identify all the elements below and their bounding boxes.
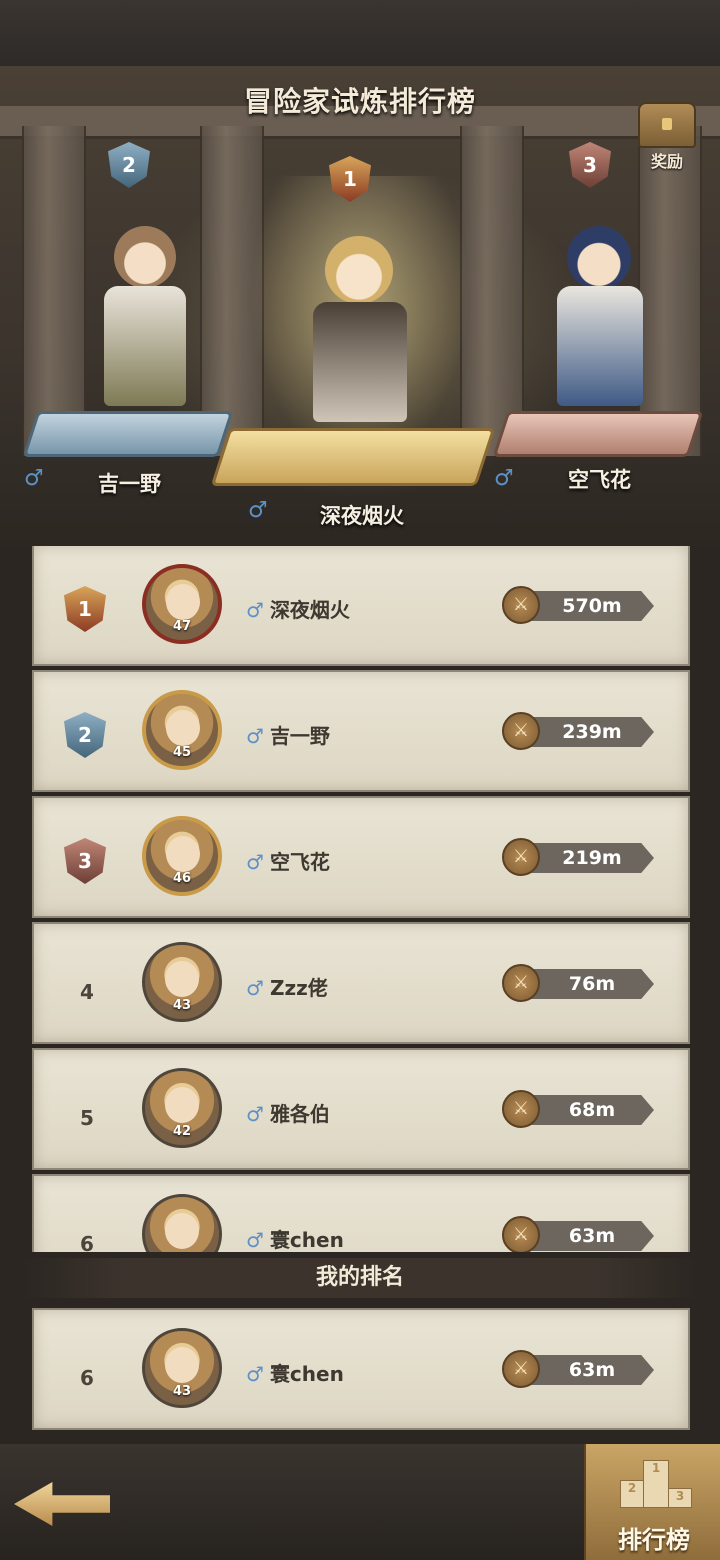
score: ⚔ 63m [502, 1216, 654, 1252]
score-value: 76m [568, 973, 616, 995]
player-name-text: Zzz佬 [269, 976, 328, 1000]
stage-pillar [22, 126, 86, 456]
avatar-level: 42 [172, 1124, 192, 1139]
player-name: ♂ Zzz佬 [246, 972, 328, 1001]
rank-3-badge: 3 [64, 838, 106, 884]
score-value: 63m [568, 1359, 616, 1381]
champion-name-first: 深夜烟火 [320, 504, 404, 528]
treasure-chest-icon [638, 102, 696, 148]
score-value: 68m [568, 1099, 616, 1121]
player-name: ♂ 空飞花 [246, 846, 330, 875]
player-name-text: 寰chen [269, 1362, 344, 1386]
rank-number: 6 [80, 1366, 94, 1390]
champion-name-third: 空飞花 [568, 468, 631, 492]
champion-figure-first[interactable] [295, 236, 425, 446]
player-name: ♂ 寰chen [246, 1224, 344, 1252]
male-icon: ♂ [246, 976, 264, 1000]
crossed-swords-icon: ⚔ [502, 838, 540, 876]
male-icon: ♂ [24, 466, 44, 491]
back-arrow-icon [14, 1482, 110, 1526]
player-name-text: 深夜烟火 [269, 598, 350, 622]
score: ⚔ 68m [502, 1090, 654, 1128]
avatar[interactable]: 42 [142, 1068, 222, 1148]
rank-2-badge: 2 [108, 142, 150, 188]
male-icon: ♂ [494, 466, 514, 491]
rank-number: 5 [80, 1106, 94, 1130]
leaderboard-row[interactable]: 3 46 ♂ 空飞花 ⚔ 219m [32, 796, 690, 918]
podium-icon: 2 1 3 [620, 1460, 692, 1508]
score-value: 63m [568, 1225, 616, 1247]
crossed-swords-icon: ⚔ [502, 964, 540, 1002]
male-icon: ♂ [246, 1362, 264, 1386]
leaderboard-row[interactable]: 5 42 ♂ 雅各伯 ⚔ 68m [32, 1048, 690, 1170]
reward-button[interactable]: 奖励 [630, 98, 704, 178]
score: ⚔ 219m [502, 838, 654, 876]
page-title: 冒险家试炼排行榜 [243, 85, 476, 118]
crossed-swords-icon: ⚔ [502, 712, 540, 750]
male-icon: ♂ [246, 1102, 264, 1126]
avatar[interactable] [142, 1194, 222, 1252]
tab-leaderboard-label: 排行榜 [618, 1526, 690, 1554]
podium-stage: 冒险家试炼排行榜 奖励 2 1 3 ♂ 吉一野 ♂ 深夜烟火 ♂ 空飞花 [0, 66, 720, 546]
avatar-level: 46 [172, 871, 192, 886]
back-button[interactable] [8, 1474, 118, 1534]
player-name: ♂ 雅各伯 [246, 1098, 330, 1127]
leaderboard-row[interactable]: 2 45 ♂ 吉一野 ⚔ 239m [32, 670, 690, 792]
avatar[interactable]: 43 [142, 1328, 222, 1408]
player-name-text: 吉一野 [269, 724, 330, 748]
leaderboard-row[interactable]: 4 43 ♂ Zzz佬 ⚔ 76m [32, 922, 690, 1044]
avatar-level: 43 [172, 1384, 192, 1399]
tab-leaderboard[interactable]: 2 1 3 排行榜 [584, 1444, 720, 1560]
player-name-text: 空飞花 [269, 850, 330, 874]
score-value: 239m [562, 721, 622, 743]
score-value: 570m [562, 595, 622, 617]
player-name: ♂ 寰chen [246, 1358, 344, 1387]
top-bar [0, 0, 720, 66]
male-icon: ♂ [246, 850, 264, 874]
leaderboard-list[interactable]: 1 47 ♂ 深夜烟火 ⚔ 570m 2 45 ♂ 吉一野 ⚔ 239m 3 46 [0, 546, 720, 1252]
male-icon: ♂ [248, 498, 268, 523]
reward-label: 奖励 [650, 152, 683, 171]
rank-2-badge: 2 [64, 712, 106, 758]
leaderboard-row[interactable]: 1 47 ♂ 深夜烟火 ⚔ 570m [32, 546, 690, 666]
player-name: ♂ 深夜烟火 [246, 594, 350, 623]
avatar[interactable]: 43 [142, 942, 222, 1022]
score-value: 219m [562, 847, 622, 869]
champion-figure-third[interactable] [545, 226, 655, 426]
male-icon: ♂ [246, 724, 264, 748]
male-icon: ♂ [246, 1228, 264, 1252]
player-name-text: 雅各伯 [269, 1102, 330, 1126]
crossed-swords-icon: ⚔ [502, 1350, 540, 1388]
leaderboard-row[interactable]: 6 ♂ 寰chen ⚔ 63m [32, 1174, 690, 1252]
score: ⚔ 239m [502, 712, 654, 750]
rank-number: 6 [80, 1232, 94, 1252]
my-rank-header: 我的排名 [20, 1258, 700, 1298]
rank-3-badge: 3 [569, 142, 611, 188]
champion-figure-second[interactable] [90, 226, 200, 426]
avatar[interactable]: 45 [142, 690, 222, 770]
my-rank-row[interactable]: 6 43 ♂ 寰chen ⚔ 63m [32, 1308, 690, 1430]
champion-name-second: 吉一野 [98, 472, 161, 496]
male-icon: ♂ [246, 598, 264, 622]
avatar-level: 43 [172, 998, 192, 1013]
player-name: ♂ 吉一野 [246, 720, 330, 749]
avatar-level: 45 [172, 745, 192, 760]
player-name-text: 寰chen [269, 1228, 344, 1252]
avatar[interactable]: 47 [142, 564, 222, 644]
bottom-bar: 2 1 3 排行榜 [0, 1444, 720, 1560]
score: ⚔ 63m [502, 1350, 654, 1388]
crossed-swords-icon: ⚔ [502, 586, 540, 624]
score: ⚔ 76m [502, 964, 654, 1002]
rank-1-badge: 1 [64, 586, 106, 632]
score: ⚔ 570m [502, 586, 654, 624]
avatar[interactable]: 46 [142, 816, 222, 896]
crossed-swords-icon: ⚔ [502, 1216, 540, 1252]
rank-number: 4 [80, 980, 94, 1004]
avatar-level: 47 [172, 619, 192, 634]
crossed-swords-icon: ⚔ [502, 1090, 540, 1128]
